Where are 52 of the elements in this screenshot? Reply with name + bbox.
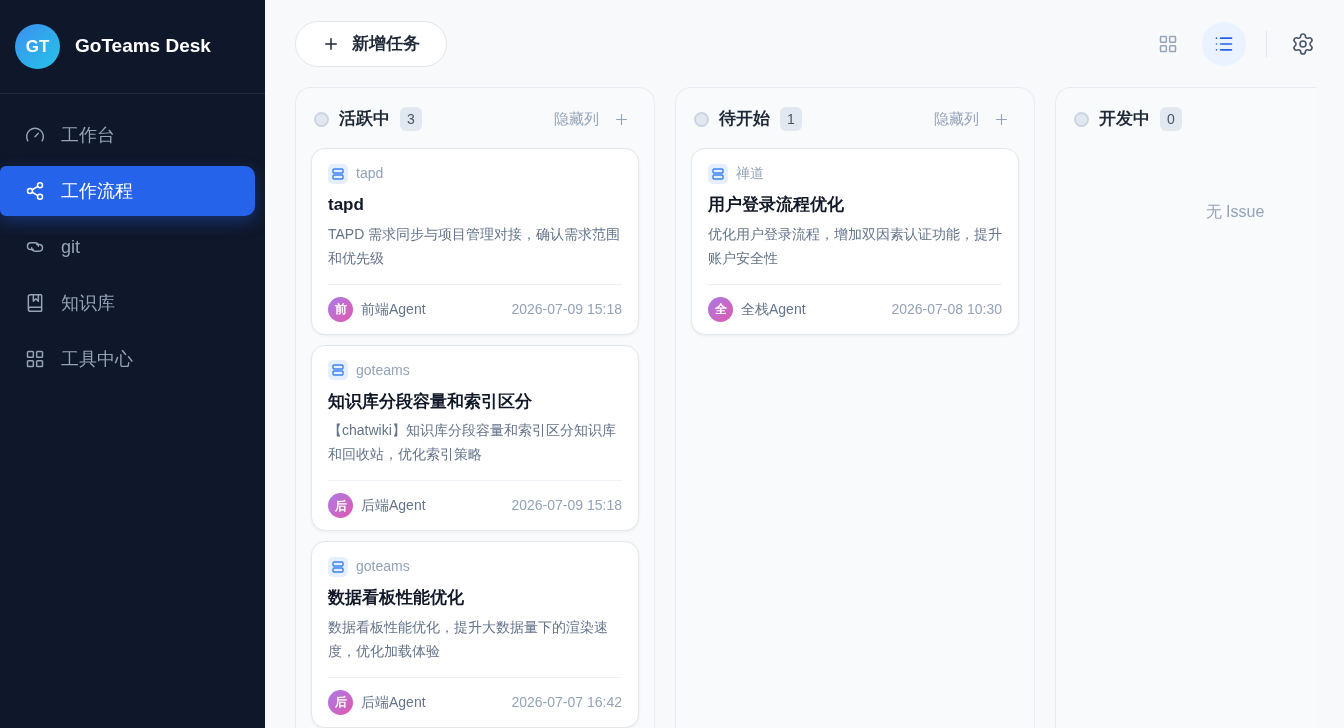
card-time: 2026-07-07 16:42 [511, 692, 622, 712]
agent-avatar: 前 [328, 296, 353, 322]
card-description: 数据看板性能优化，提升大数据量下的渲染速度，优化加载体验 [328, 617, 609, 661]
card-title: 用户登录流程优化 [708, 194, 845, 216]
task-card[interactable]: 禅道 用户登录流程优化 优化用户登录流程，增加双因素认证功能，提升账户安全性 全 全栈Agent 2026-07-08 10:30 [691, 148, 1019, 335]
count-badge: 0 [1160, 107, 1182, 131]
agent-avatar: 后 [328, 689, 353, 715]
agent-name: 前端Agent [361, 299, 426, 319]
agent-name: 全栈Agent [741, 299, 806, 319]
source-label: tapd [356, 164, 384, 183]
logo-badge: GT [15, 24, 60, 69]
nav-item[interactable]: git [0, 222, 255, 272]
agent-avatar: 全 [708, 296, 733, 322]
agent-name: 后端Agent [361, 692, 426, 712]
source-label: goteams [356, 557, 410, 576]
count-badge: 3 [400, 107, 422, 131]
book-icon [25, 293, 45, 313]
source-icon [328, 163, 348, 184]
source-icon [328, 360, 348, 380]
source-label: 禅道 [736, 164, 764, 183]
card-time: 2026-07-09 15:18 [511, 299, 622, 319]
grid-icon [1158, 33, 1178, 54]
gauge-icon [25, 125, 45, 145]
grid-icon [25, 349, 45, 369]
agent-avatar: 后 [328, 493, 353, 518]
source-icon [328, 556, 348, 577]
task-card[interactable]: goteams 数据看板性能优化 数据看板性能优化，提升大数据量下的渲染速度，优化加载体验 后 后端Agent 2026-07-07 16:42 [311, 541, 639, 728]
column-title: 开发中 [1099, 108, 1150, 131]
card-description: TAPD 需求同步与项目管理对接，确认需求范围和优先级 [328, 224, 622, 268]
share-icon [25, 181, 45, 201]
source-label: goteams [356, 360, 410, 380]
card-title: 数据看板性能优化 [328, 587, 465, 609]
card-description: 优化用户登录流程，增加双因素认证功能，提升账户安全性 [708, 224, 1002, 268]
card-time: 2026-07-09 15:18 [511, 496, 622, 515]
column-title: 活跃中 [339, 108, 390, 131]
nav-item[interactable]: 工作台 [0, 110, 255, 160]
card-title: tapd [328, 194, 365, 216]
app-name: GoTeams Desk [75, 34, 211, 59]
card-time: 2026-07-08 10:30 [891, 299, 1002, 319]
card-title: 知识库分段容量和索引区分 [328, 390, 533, 413]
nav-item[interactable]: 知识库 [0, 278, 255, 328]
list-view-button[interactable] [1202, 21, 1246, 66]
settings-icon [1291, 31, 1315, 56]
count-badge: 1 [780, 107, 802, 131]
card-description: 【chatwiki】知识库分段容量和索引区分知识库和回收站，优化索引策略 [328, 421, 617, 464]
column-title: 待开始 [719, 108, 770, 131]
nav-item[interactable]: 工具中心 [0, 334, 255, 384]
agent-name: 后端Agent [361, 496, 426, 515]
empty-message: 无 Issue [1205, 202, 1265, 222]
add-task-button[interactable]: 新增任务 [295, 20, 447, 67]
source-icon [708, 163, 728, 184]
nav-item[interactable]: 工作流程 [0, 166, 255, 216]
